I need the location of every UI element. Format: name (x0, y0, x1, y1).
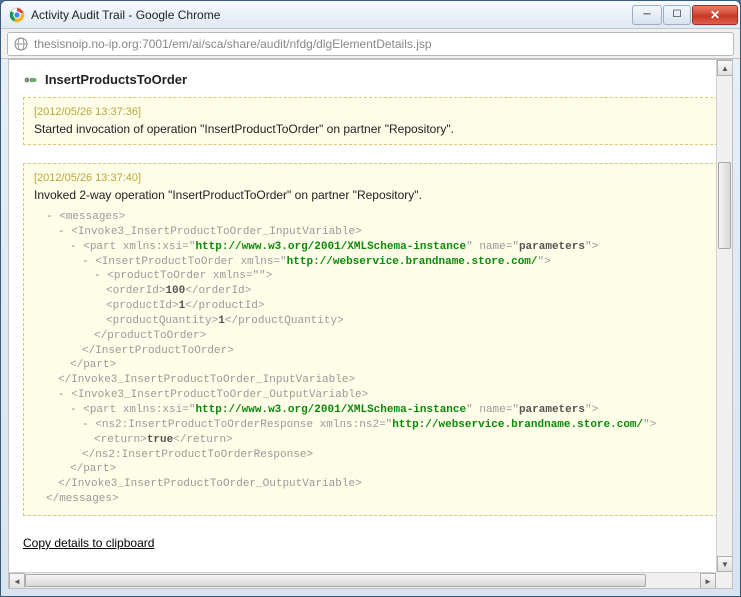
activity-name: InsertProductsToOrder (45, 72, 187, 87)
scroll-track[interactable] (25, 573, 700, 588)
url-field[interactable]: thesisnoip.no-ip.org:7001/em/ai/sca/shar… (7, 32, 734, 56)
scroll-thumb[interactable] (718, 162, 731, 248)
timestamp: [2012/05/26 13:37:36] (34, 106, 707, 118)
timestamp: [2012/05/26 13:37:40] (34, 172, 707, 184)
activity-icon (23, 73, 39, 87)
scroll-track[interactable] (717, 76, 732, 556)
activity-header: InsertProductsToOrder (23, 72, 718, 87)
scroll-right-button[interactable]: ► (700, 573, 716, 589)
window-title: Activity Audit Trail - Google Chrome (31, 8, 632, 22)
copy-details-link[interactable]: Copy details to clipboard (23, 536, 154, 550)
titlebar[interactable]: Activity Audit Trail - Google Chrome ─ ☐… (1, 1, 740, 29)
globe-icon (14, 37, 28, 51)
audit-message: Started invocation of operation "InsertP… (34, 122, 707, 136)
audit-block-1: [2012/05/26 13:37:36] Started invocation… (23, 97, 718, 145)
xml-payload: - <messages> - <Invoke3_InsertProductToO… (34, 210, 707, 507)
minimize-button[interactable]: ─ (632, 5, 662, 25)
scroll-corner (716, 572, 732, 588)
close-button[interactable]: ✕ (692, 5, 738, 25)
maximize-button[interactable]: ☐ (663, 5, 691, 25)
scroll-thumb[interactable] (25, 574, 646, 587)
scroll-down-button[interactable]: ▼ (717, 556, 733, 572)
horizontal-scrollbar[interactable]: ◄ ► (9, 572, 716, 588)
address-bar: thesisnoip.no-ip.org:7001/em/ai/sca/shar… (1, 29, 740, 59)
content-area: InsertProductsToOrder [2012/05/26 13:37:… (8, 59, 733, 589)
chrome-icon (9, 7, 25, 23)
audit-message: Invoked 2-way operation "InsertProductTo… (34, 188, 707, 202)
audit-block-2: [2012/05/26 13:37:40] Invoked 2-way oper… (23, 163, 718, 516)
scroll-left-button[interactable]: ◄ (9, 573, 25, 589)
vertical-scrollbar[interactable]: ▲ ▼ (716, 60, 732, 572)
window-controls: ─ ☐ ✕ (632, 5, 738, 25)
url-text: thesisnoip.no-ip.org:7001/em/ai/sca/shar… (34, 37, 432, 51)
scroll-up-button[interactable]: ▲ (717, 60, 733, 76)
chrome-window: Activity Audit Trail - Google Chrome ─ ☐… (0, 0, 741, 597)
